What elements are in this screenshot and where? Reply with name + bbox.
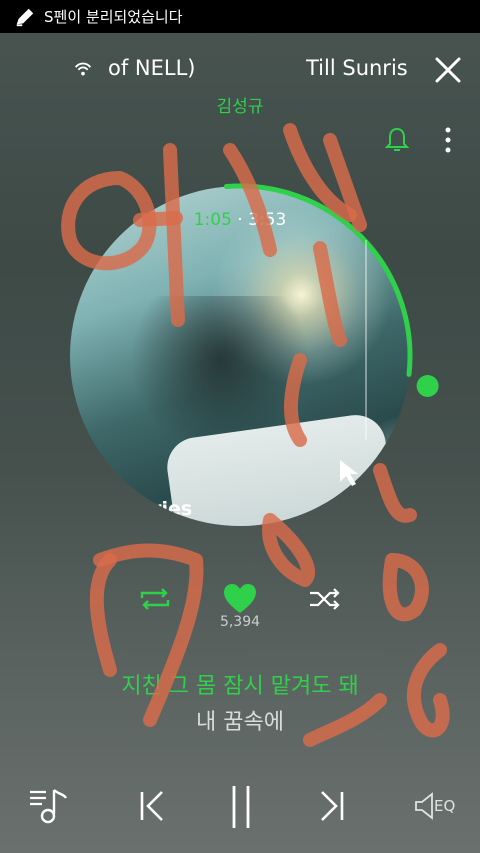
eq-label: EQ xyxy=(434,797,456,815)
track-title-left: of NELL) xyxy=(108,56,196,80)
repeat-icon[interactable] xyxy=(138,586,172,612)
track-title-right: Till Sunris xyxy=(306,56,408,80)
cursor-pointer xyxy=(340,460,358,486)
progress-knob[interactable] xyxy=(416,374,439,397)
status-message: S펜이 분리되었습니다 xyxy=(44,8,183,26)
status-bar: S펜이 분리되었습니다 xyxy=(0,0,480,33)
close-icon[interactable] xyxy=(432,54,464,86)
wifi-icon xyxy=(74,62,92,76)
time-display: 1:05 · 3:53 xyxy=(0,210,480,230)
time-separator: · xyxy=(237,210,243,230)
artist-name[interactable]: 김성규 xyxy=(0,92,480,117)
pen-icon xyxy=(16,8,34,26)
next-icon[interactable] xyxy=(316,786,346,826)
transport-bar: EQ xyxy=(0,782,480,834)
more-options-icon[interactable] xyxy=(440,126,456,156)
eq-button[interactable]: EQ xyxy=(414,786,458,826)
heart-icon[interactable] xyxy=(222,582,258,616)
title-row: of NELL) Till Sunris xyxy=(0,48,480,90)
lyric-next[interactable]: 내 꿈속에 xyxy=(0,704,480,736)
playlist-icon[interactable] xyxy=(28,786,70,826)
lyric-current[interactable]: 지친 그 몸 잠시 맡겨도 돼 xyxy=(0,668,480,700)
bell-icon[interactable] xyxy=(384,126,410,154)
previous-icon[interactable] xyxy=(138,786,168,826)
shuffle-icon[interactable] xyxy=(308,586,342,612)
pause-icon[interactable] xyxy=(228,784,254,830)
current-time: 1:05 xyxy=(193,210,232,230)
like-count: 5,394 xyxy=(219,614,261,630)
total-time: 3:53 xyxy=(248,210,287,230)
speaker-icon xyxy=(415,792,433,820)
album-area: tories 1:05 · 3:53 xyxy=(0,170,480,530)
